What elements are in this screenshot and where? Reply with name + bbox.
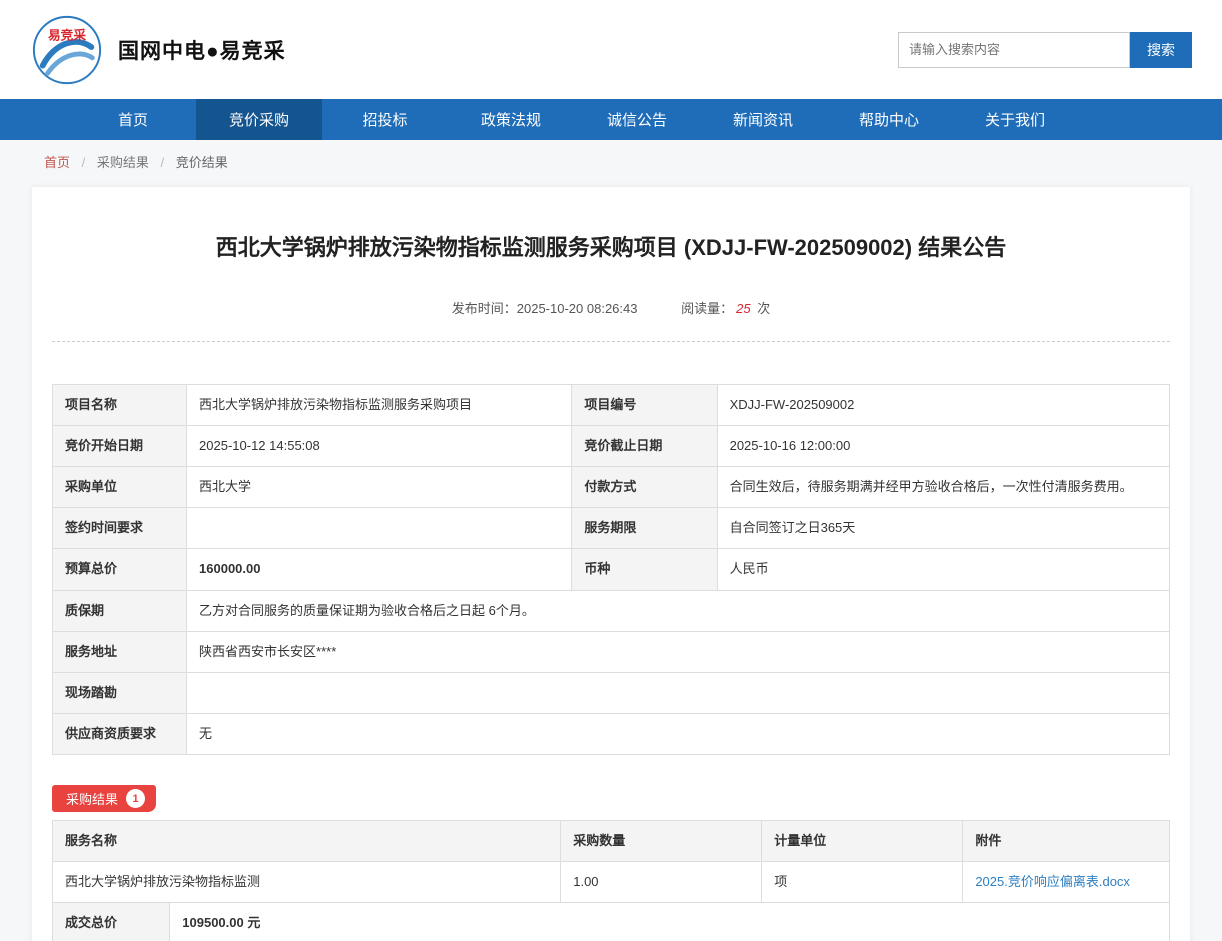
table-row: 成交总价 109500.00 元 (53, 903, 1170, 941)
result-section-badge: 采购结果 1 (52, 785, 156, 812)
info-label-cell: 币种 (572, 549, 717, 590)
info-label-cell: 供应商资质要求 (53, 713, 187, 754)
info-value-cell (187, 508, 572, 549)
result-header-cell: 计量单位 (762, 821, 963, 862)
info-label-cell: 现场踏勘 (53, 672, 187, 713)
breadcrumb-purchase-results[interactable]: 采购结果 (97, 155, 149, 170)
info-label-cell: 签约时间要求 (53, 508, 187, 549)
nav-item-home[interactable]: 首页 (70, 99, 196, 140)
info-value-cell: 合同生效后，待服务期满并经甲方验收合格后，一次性付清服务费用。 (717, 467, 1169, 508)
table-row: 签约时间要求 服务期限 自合同签订之日365天 (53, 508, 1170, 549)
result-header-cell: 服务名称 (53, 821, 561, 862)
table-row: 质保期 乙方对合同服务的质量保证期为验收合格后之日起 6个月。 (53, 590, 1170, 631)
nav-item-bidding-purchase[interactable]: 竞价采购 (196, 99, 322, 140)
info-label-cell: 项目编号 (572, 384, 717, 425)
view-count-unit: 次 (757, 301, 770, 316)
attachment-cell: 2025.竞价响应偏离表.docx (963, 862, 1170, 903)
publish-time-label: 发布时间： (452, 301, 517, 316)
info-label-cell: 项目名称 (53, 384, 187, 425)
quantity-cell: 1.00 (561, 862, 762, 903)
site-logo: 易竞采 (30, 13, 104, 87)
table-row: 供应商资质要求 无 (53, 713, 1170, 754)
nav-item-help[interactable]: 帮助中心 (826, 99, 952, 140)
info-label-cell: 竞价开始日期 (53, 425, 187, 466)
info-label-cell: 质保期 (53, 590, 187, 631)
table-row: 西北大学锅炉排放污染物指标监测 1.00 项 2025.竞价响应偏离表.docx (53, 862, 1170, 903)
table-row: 现场踏勘 (53, 672, 1170, 713)
unit-cell: 项 (762, 862, 963, 903)
info-value-cell: 自合同签订之日365天 (717, 508, 1169, 549)
info-value-cell: 人民币 (717, 549, 1169, 590)
site-header: 易竞采 国网中电●易竞采 搜索 (0, 0, 1222, 99)
publish-time: 发布时间：2025-10-20 08:26:43 (452, 301, 641, 316)
view-count: 阅读量：25 次 (681, 301, 770, 316)
result-header-cell: 附件 (963, 821, 1170, 862)
table-row: 竞价开始日期 2025-10-12 14:55:08 竞价截止日期 2025-1… (53, 425, 1170, 466)
nav-item-about[interactable]: 关于我们 (952, 99, 1078, 140)
table-row: 采购单位 西北大学 付款方式 合同生效后，待服务期满并经甲方验收合格后，一次性付… (53, 467, 1170, 508)
deal-total-label: 成交总价 (53, 903, 170, 941)
search-input[interactable] (898, 32, 1130, 68)
table-row: 服务地址 陕西省西安市长安区**** (53, 631, 1170, 672)
info-value-cell: 2025-10-16 12:00:00 (717, 425, 1169, 466)
search-box: 搜索 (898, 32, 1192, 68)
result-detail-table: 成交总价 109500.00 元 成交供应商 西安大成环保科技有限公司 质保及售… (52, 902, 1170, 941)
info-value-cell: 西北大学锅炉排放污染物指标监测服务采购项目 (187, 384, 572, 425)
nav-item-news[interactable]: 新闻资讯 (700, 99, 826, 140)
table-row: 项目名称 西北大学锅炉排放污染物指标监测服务采购项目 项目编号 XDJJ-FW-… (53, 384, 1170, 425)
budget-total-value: 160000.00 (187, 549, 572, 590)
info-value-cell: 西北大学 (187, 467, 572, 508)
table-row: 预算总价 160000.00 币种 人民币 (53, 549, 1170, 590)
view-count-label: 阅读量： (681, 301, 733, 316)
info-label-cell: 服务地址 (53, 631, 187, 672)
logo-text: 易竞采 (48, 27, 86, 42)
info-label-cell: 服务期限 (572, 508, 717, 549)
announcement-card: 西北大学锅炉排放污染物指标监测服务采购项目 (XDJJ-FW-202509002… (32, 187, 1190, 941)
page-title: 西北大学锅炉排放污染物指标监测服务采购项目 (XDJJ-FW-202509002… (52, 233, 1170, 264)
info-value-cell: 2025-10-12 14:55:08 (187, 425, 572, 466)
breadcrumb-bidding-results: 竞价结果 (176, 155, 228, 170)
nav-item-policies[interactable]: 政策法规 (448, 99, 574, 140)
breadcrumb-home[interactable]: 首页 (44, 155, 70, 170)
breadcrumb-separator: / (82, 155, 86, 170)
info-value-cell: 陕西省西安市长安区**** (187, 631, 1170, 672)
result-header-cell: 采购数量 (561, 821, 762, 862)
result-table: 服务名称 采购数量 计量单位 附件 西北大学锅炉排放污染物指标监测 1.00 项… (52, 820, 1170, 903)
info-value-cell: XDJJ-FW-202509002 (717, 384, 1169, 425)
article-meta: 发布时间：2025-10-20 08:26:43 阅读量：25 次 (52, 298, 1170, 317)
search-button[interactable]: 搜索 (1130, 32, 1192, 68)
info-label-cell: 竞价截止日期 (572, 425, 717, 466)
breadcrumb-separator: / (161, 155, 165, 170)
main-nav: 首页 竞价采购 招投标 政策法规 诚信公告 新闻资讯 帮助中心 关于我们 (0, 99, 1222, 140)
attachment-link[interactable]: 2025.竞价响应偏离表.docx (975, 874, 1130, 889)
service-name-cell: 西北大学锅炉排放污染物指标监测 (53, 862, 561, 903)
project-info-table: 项目名称 西北大学锅炉排放污染物指标监测服务采购项目 项目编号 XDJJ-FW-… (52, 384, 1170, 755)
breadcrumb: 首页 / 采购结果 / 竞价结果 (0, 140, 1222, 183)
logo-emblem-icon: 易竞采 (30, 13, 104, 87)
info-label-cell: 付款方式 (572, 467, 717, 508)
table-header-row: 服务名称 采购数量 计量单位 附件 (53, 821, 1170, 862)
info-value-cell: 无 (187, 713, 1170, 754)
info-label-cell: 预算总价 (53, 549, 187, 590)
view-count-value: 25 (736, 301, 750, 316)
result-badge-label: 采购结果 (66, 789, 118, 808)
deal-total-value: 109500.00 元 (170, 903, 1170, 941)
publish-time-value: 2025-10-20 08:26:43 (517, 301, 638, 316)
nav-item-tenders[interactable]: 招投标 (322, 99, 448, 140)
result-count-badge: 1 (127, 790, 144, 807)
nav-item-integrity[interactable]: 诚信公告 (574, 99, 700, 140)
brand-title: 国网中电●易竞采 (118, 35, 286, 65)
info-value-cell (187, 672, 1170, 713)
dashed-divider (52, 341, 1170, 342)
info-value-cell: 乙方对合同服务的质量保证期为验收合格后之日起 6个月。 (187, 590, 1170, 631)
info-label-cell: 采购单位 (53, 467, 187, 508)
